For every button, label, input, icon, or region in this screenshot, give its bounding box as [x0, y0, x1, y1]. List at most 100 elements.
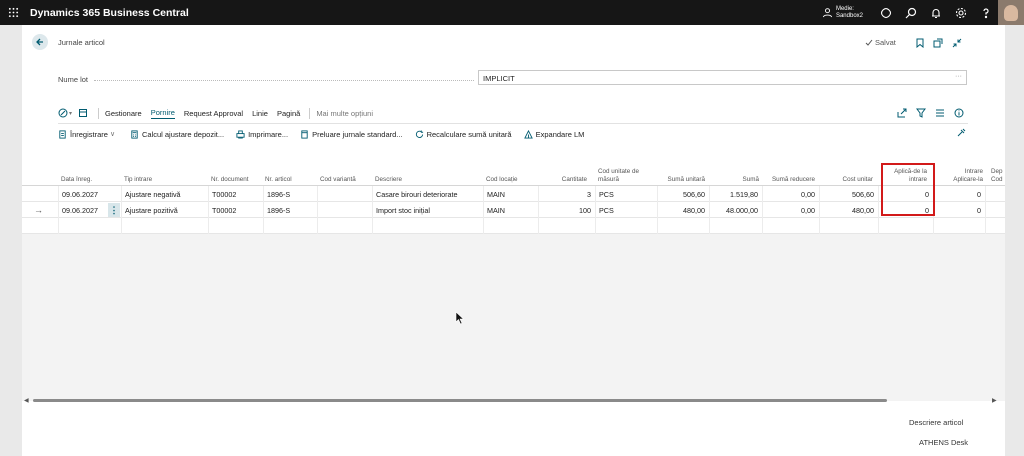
- cell-location-code[interactable]: [483, 218, 538, 234]
- cell-quantity[interactable]: [538, 218, 595, 234]
- tab-gestionare[interactable]: Gestionare: [105, 109, 142, 118]
- table-row[interactable]: → 09.06.2027 ⋮ Ajustare pozitivă T00002 …: [22, 202, 1005, 218]
- cell-variant-code[interactable]: [317, 202, 372, 218]
- explode-bom-button[interactable]: Expandare LM: [523, 129, 584, 139]
- cell-unit-cost[interactable]: 506,60: [819, 186, 878, 202]
- cell-amount[interactable]: 1.519,80: [709, 186, 762, 202]
- cell-quantity[interactable]: 3: [538, 186, 595, 202]
- col-item-no[interactable]: Nr. articol: [265, 162, 317, 186]
- recalc-unit-amount-button[interactable]: Recalculare sumă unitară: [415, 130, 512, 139]
- scrollbar-thumb[interactable]: [33, 399, 887, 402]
- personalize-icon[interactable]: [956, 128, 968, 140]
- col-unit-amount[interactable]: Sumă unitară: [647, 162, 705, 186]
- cell-location-code[interactable]: MAIN: [483, 202, 538, 218]
- print-button[interactable]: Imprimare...: [236, 130, 288, 139]
- col-unit-cost[interactable]: Cost unitar: [818, 162, 873, 186]
- cell-dept-code[interactable]: [985, 186, 1005, 202]
- cell-description[interactable]: Import stoc inițial: [372, 202, 483, 218]
- cell-description[interactable]: [372, 218, 483, 234]
- open-new-window-icon[interactable]: [933, 35, 945, 48]
- collapse-icon[interactable]: [952, 35, 964, 48]
- cell-description[interactable]: Casare birouri deteriorate: [372, 186, 483, 202]
- cell-variant-code[interactable]: [317, 218, 372, 234]
- chevron-down-icon[interactable]: ∨: [110, 130, 118, 138]
- help-icon[interactable]: [973, 0, 998, 25]
- lookup-icon[interactable]: ···: [955, 73, 962, 80]
- col-description[interactable]: Descriere: [375, 162, 483, 186]
- cell-unit-amount[interactable]: [657, 218, 709, 234]
- cell-applies-to-entry[interactable]: 0: [933, 202, 985, 218]
- cell-entry-type[interactable]: Ajustare pozitivă: [121, 202, 209, 218]
- cell-document-no[interactable]: [208, 218, 263, 234]
- cell-uom[interactable]: PCS: [595, 202, 657, 218]
- back-button[interactable]: [32, 34, 48, 50]
- cell-item-no[interactable]: [263, 218, 317, 234]
- cell-unit-cost[interactable]: [819, 218, 878, 234]
- cell-uom[interactable]: PCS: [595, 186, 657, 202]
- cell-entry-type[interactable]: [121, 218, 209, 234]
- cell-unit-amount[interactable]: 506,60: [657, 186, 709, 202]
- cell-item-no[interactable]: 1896-S: [263, 202, 317, 218]
- cell-applies-from-entry[interactable]: [878, 218, 933, 234]
- show-attached-icon[interactable]: [78, 107, 92, 119]
- cell-applies-to-entry[interactable]: [933, 218, 985, 234]
- tab-pagina[interactable]: Pagină: [277, 109, 300, 118]
- cell-discount[interactable]: [762, 218, 819, 234]
- bell-icon[interactable]: [923, 0, 948, 25]
- cell-unit-cost[interactable]: 480,00: [819, 202, 878, 218]
- cell-discount[interactable]: 0,00: [762, 202, 819, 218]
- list-view-icon[interactable]: [930, 107, 949, 119]
- tab-linie[interactable]: Linie: [252, 109, 268, 118]
- app-launcher-icon[interactable]: [0, 0, 26, 25]
- cell-entry-type[interactable]: Ajustare negativă: [121, 186, 209, 202]
- batch-name-input[interactable]: IMPLICIT ···: [478, 70, 967, 85]
- cell-posting-date[interactable]: [58, 218, 106, 234]
- environment-indicator[interactable]: Medie: Sandbox2: [822, 6, 863, 20]
- cell-posting-date[interactable]: 09.06.2027: [58, 202, 106, 218]
- col-location-code[interactable]: Cod locație: [486, 162, 538, 186]
- avatar[interactable]: [998, 0, 1024, 25]
- edit-mode-icon[interactable]: ▾: [58, 107, 72, 119]
- cell-document-no[interactable]: T00002: [208, 202, 263, 218]
- search-icon[interactable]: [898, 0, 923, 25]
- cell-document-no[interactable]: T00002: [208, 186, 263, 202]
- get-standard-journals-button[interactable]: Preluare jurnale standard...: [300, 130, 403, 139]
- more-options-button[interactable]: Mai multe opțiuni: [316, 109, 373, 118]
- cell-uom[interactable]: [595, 218, 657, 234]
- gear-icon[interactable]: [948, 0, 973, 25]
- cell-quantity[interactable]: 100: [538, 202, 595, 218]
- cell-discount[interactable]: 0,00: [762, 186, 819, 202]
- col-dept-code[interactable]: Dep Cod: [991, 162, 1005, 186]
- scroll-right-icon[interactable]: ▶: [992, 397, 997, 404]
- table-row[interactable]: 09.06.2027 Ajustare negativă T00002 1896…: [22, 186, 1005, 202]
- cell-variant-code[interactable]: [317, 186, 372, 202]
- scroll-left-icon[interactable]: ◀: [24, 397, 29, 404]
- cell-posting-date[interactable]: 09.06.2027: [58, 186, 106, 202]
- horizontal-scrollbar[interactable]: ◀ ▶: [24, 398, 997, 404]
- row-actions-button[interactable]: ⋮: [108, 203, 120, 217]
- filter-icon[interactable]: [911, 107, 930, 119]
- cell-item-no[interactable]: 1896-S: [263, 186, 317, 202]
- col-posting-date[interactable]: Data înreg.: [61, 162, 109, 186]
- calc-adjust-button[interactable]: Calcul ajustare depozit...: [130, 130, 224, 139]
- cell-amount[interactable]: [709, 218, 762, 234]
- cell-applies-to-entry[interactable]: 0: [933, 186, 985, 202]
- table-row-empty[interactable]: [22, 218, 1005, 234]
- cell-dept-code[interactable]: [985, 202, 1005, 218]
- tab-request-approval[interactable]: Request Approval: [184, 109, 243, 118]
- col-document-no[interactable]: Nr. document: [211, 162, 263, 186]
- col-entry-type[interactable]: Tip intrare: [124, 162, 209, 186]
- cell-location-code[interactable]: MAIN: [483, 186, 538, 202]
- col-amount[interactable]: Sumă: [710, 162, 759, 186]
- copilot-icon[interactable]: [873, 0, 898, 25]
- cell-unit-amount[interactable]: 480,00: [657, 202, 709, 218]
- info-icon[interactable]: [949, 107, 968, 119]
- col-applies-to-entry[interactable]: Intrare Aplicare-la: [937, 162, 983, 186]
- share-icon[interactable]: [892, 107, 911, 119]
- cell-dept-code[interactable]: [985, 218, 1005, 234]
- tab-pornire[interactable]: Pornire: [150, 108, 175, 119]
- col-quantity[interactable]: Cantitate: [540, 162, 587, 186]
- bookmark-icon[interactable]: [915, 35, 927, 49]
- col-variant-code[interactable]: Cod variantă: [320, 162, 372, 186]
- cell-amount[interactable]: 48.000,00: [709, 202, 762, 218]
